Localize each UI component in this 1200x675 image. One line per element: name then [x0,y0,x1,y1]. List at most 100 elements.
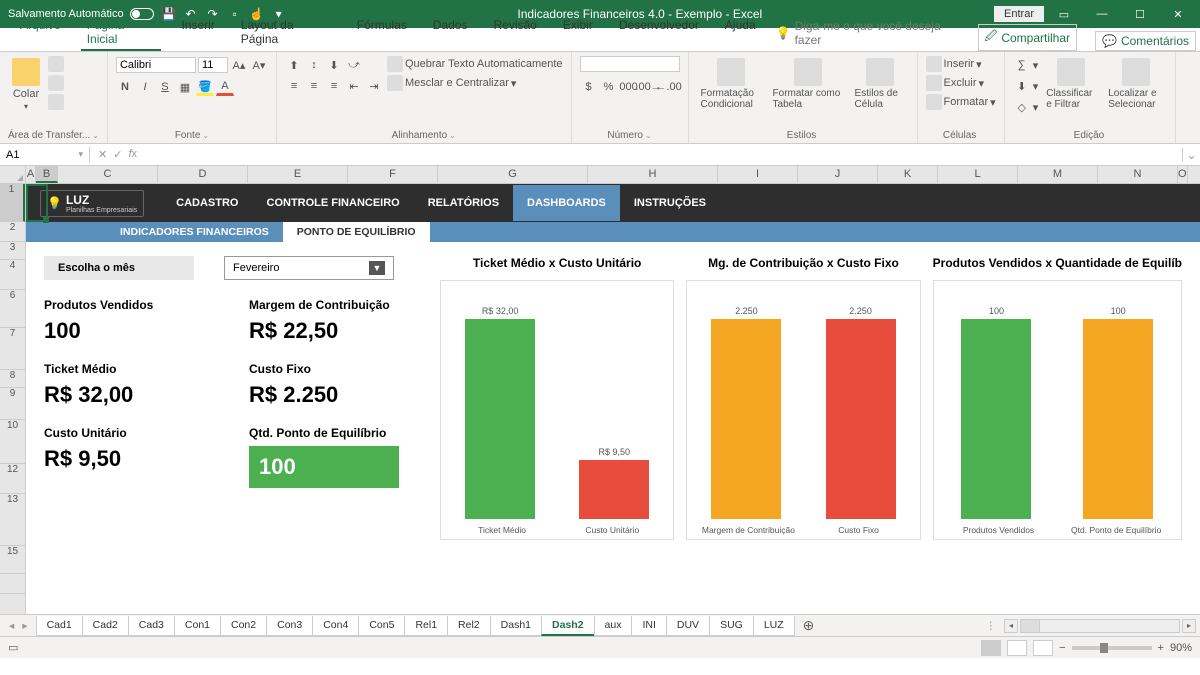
border-button[interactable]: ▦ [176,78,194,96]
row-header[interactable]: 9 [0,388,25,420]
insert-cells-button[interactable]: Inserir ▾ [926,56,996,72]
dec-decimal-button[interactable]: ←.00 [660,78,678,96]
add-sheet-button[interactable]: ⊕ [795,617,823,634]
col-header-E[interactable]: E [248,166,348,183]
sheet-tab-INI[interactable]: INI [631,616,666,636]
row-header[interactable]: 12 [0,464,25,494]
wrap-text-button[interactable]: Quebrar Texto Automaticamente [387,56,563,72]
col-header-H[interactable]: H [588,166,718,183]
row-header[interactable]: 10 [0,420,25,464]
sheet-tab-SUG[interactable]: SUG [709,616,754,636]
font-size-select[interactable] [198,57,228,73]
sheet-tab-Con1[interactable]: Con1 [174,616,221,636]
format-painter-button[interactable] [48,94,64,110]
col-header-J[interactable]: J [798,166,878,183]
col-header-F[interactable]: F [348,166,438,183]
subnav-item[interactable]: INDICADORES FINANCEIROS [106,222,283,242]
tab-formulas[interactable]: Fórmulas [351,15,413,51]
cell-styles-button[interactable]: Estilos de Célula [851,56,909,112]
indent-dec-button[interactable]: ⇤ [345,77,363,95]
col-header-K[interactable]: K [878,166,938,183]
tab-layout[interactable]: Layout da Página [235,15,337,51]
cut-button[interactable] [48,56,64,72]
row-header[interactable]: 7 [0,328,25,370]
sheet-tab-Con5[interactable]: Con5 [358,616,405,636]
sheet-tab-LUZ[interactable]: LUZ [753,616,795,636]
sheet-tab-Dash2[interactable]: Dash2 [541,616,595,636]
minimize-button[interactable]: — [1084,0,1120,28]
col-header-N[interactable]: N [1098,166,1178,183]
tab-review[interactable]: Revisão [487,15,542,51]
tab-developer[interactable]: Desenvolvedor [613,15,705,51]
sheet-tab-Cad2[interactable]: Cad2 [82,616,129,636]
zoom-level[interactable]: 90% [1170,642,1192,654]
row-header[interactable]: 1 [0,184,25,222]
format-cells-button[interactable]: Formatar ▾ [926,94,996,110]
conditional-formatting-button[interactable]: Formatação Condicional [697,56,765,112]
col-header-M[interactable]: M [1018,166,1098,183]
sheet-tab-Rel1[interactable]: Rel1 [404,616,448,636]
delete-cells-button[interactable]: Excluir ▾ [926,75,996,91]
align-middle-button[interactable]: ↕ [305,56,323,74]
align-center-button[interactable]: ≡ [305,77,323,95]
sheet-tab-Cad1[interactable]: Cad1 [36,616,83,636]
tab-home[interactable]: Página Inicial [81,15,162,51]
hscroll-left-icon[interactable]: ◂ [1004,619,1018,633]
paste-button[interactable]: Colar▾ [8,56,44,113]
col-header-C[interactable]: C [58,166,158,183]
nav-controle financeiro[interactable]: CONTROLE FINANCEIRO [253,185,414,221]
close-button[interactable]: ✕ [1160,0,1196,28]
autosum-button[interactable]: ∑▾ [1013,56,1039,74]
tell-me-search[interactable]: 💡 Diga-me o que você deseja fazer [776,15,964,51]
nav-relatórios[interactable]: RELATÓRIOS [414,185,513,221]
underline-button[interactable]: S [156,78,174,96]
row-header[interactable]: 8 [0,370,25,388]
format-as-table-button[interactable]: Formatar como Tabela [769,56,847,112]
enter-formula-icon[interactable]: ✓ [113,148,122,161]
select-all-corner[interactable] [0,166,26,183]
font-name-select[interactable] [116,57,196,73]
align-bottom-button[interactable]: ⬇ [325,56,343,74]
cancel-formula-icon[interactable]: ✕ [98,148,107,161]
row-header[interactable] [0,574,25,594]
hscroll-track[interactable] [1020,619,1180,633]
name-box[interactable]: A1▾ [0,147,90,163]
nav-dashboards[interactable]: DASHBOARDS [513,185,620,221]
zoom-slider[interactable] [1072,646,1152,650]
zoom-in-button[interactable]: + [1158,642,1164,654]
sheet-tab-Dash1[interactable]: Dash1 [490,616,542,636]
row-header[interactable]: 3 [0,242,25,260]
find-select-button[interactable]: Localizar e Selecionar [1104,56,1167,112]
row-header[interactable]: 4 [0,260,25,290]
align-left-button[interactable]: ≡ [285,77,303,95]
record-macro-icon[interactable]: ▭ [8,641,18,654]
formula-input[interactable] [145,153,1182,157]
sheet-tab-aux[interactable]: aux [594,616,633,636]
col-header-I[interactable]: I [718,166,798,183]
tab-file[interactable]: Arquivo [14,15,67,51]
sheet-tab-Con2[interactable]: Con2 [220,616,267,636]
indent-inc-button[interactable]: ⇥ [365,77,383,95]
expand-formula-bar-icon[interactable]: ⌄ [1182,148,1200,162]
percent-button[interactable]: % [600,78,618,96]
grow-font-button[interactable]: A▴ [230,56,248,74]
row-header[interactable]: 15 [0,546,25,574]
number-format-select[interactable] [580,56,680,72]
italic-button[interactable]: I [136,78,154,96]
sheet-tab-Rel2[interactable]: Rel2 [447,616,491,636]
currency-button[interactable]: $ [580,78,598,96]
fill-color-button[interactable]: 🪣 [196,78,214,96]
shrink-font-button[interactable]: A▾ [250,56,268,74]
sort-filter-button[interactable]: Classificar e Filtrar [1042,56,1100,112]
hscroll-right-icon[interactable]: ▸ [1182,619,1196,633]
tab-data[interactable]: Dados [427,15,474,51]
subnav-item[interactable]: PONTO DE EQUILÍBRIO [283,222,430,242]
bold-button[interactable]: N [116,78,134,96]
zoom-out-button[interactable]: − [1059,642,1065,654]
align-right-button[interactable]: ≡ [325,77,343,95]
orientation-button[interactable]: ⤻ [345,56,363,74]
tab-help[interactable]: Ajuda [719,15,762,51]
col-header-B[interactable]: B [36,166,58,183]
col-header-G[interactable]: G [438,166,588,183]
tab-scroll-last-icon[interactable]: ▸ [19,620,30,632]
